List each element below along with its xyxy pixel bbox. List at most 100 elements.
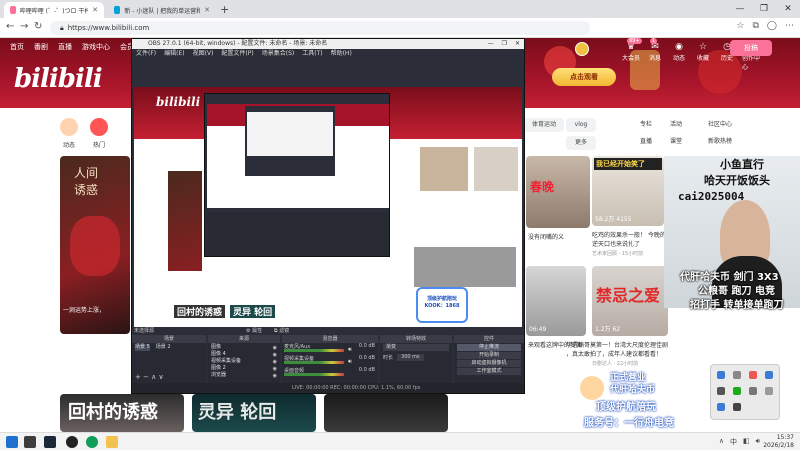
tab-second[interactable]: 新 - 小迷队 | 把我的单运营和你的... ✕ <box>108 2 216 18</box>
obs-icon[interactable] <box>66 436 78 448</box>
nav-games[interactable]: 游戏中心 <box>82 42 110 52</box>
video-card-supernatural[interactable]: 灵异 轮回 <box>192 394 316 432</box>
refresh-icon[interactable]: ↻ <box>34 21 42 32</box>
tab-bilibili[interactable]: 哔哩哔哩 (゜-゜)つロ 干杯~-bilibili ✕ <box>4 2 104 18</box>
nav-messages[interactable]: ✉ 消息 <box>646 42 664 62</box>
source-item[interactable]: 图像 4 <box>211 351 277 358</box>
volume-meter[interactable] <box>284 373 344 376</box>
source-item[interactable]: 图像 2 <box>211 365 277 372</box>
speaker-icon[interactable]: 🔊︎ <box>348 346 352 354</box>
duration-input[interactable]: 300 ms <box>397 354 424 361</box>
start-icon[interactable] <box>6 436 18 448</box>
stop-streaming-button[interactable]: 停止推流 <box>457 344 521 351</box>
nav-dynamic[interactable]: ◉ 动态 <box>670 42 688 62</box>
link-community[interactable]: 社区中心 <box>708 119 732 128</box>
nav-live[interactable]: 直播 <box>58 42 72 52</box>
maximize-button[interactable]: ❐ <box>752 0 776 18</box>
menu-tools[interactable]: 工具(T) <box>302 49 322 58</box>
link-new-songs[interactable]: 新歌热榜 <box>708 136 732 145</box>
link-live[interactable]: 直播 <box>640 136 652 145</box>
extensions-icon[interactable]: ⧉ <box>752 21 758 31</box>
start-recording-button[interactable]: 开始录制 <box>457 352 521 359</box>
video-card-village[interactable]: 回村的诱惑 <box>60 394 184 432</box>
tray-app-icon[interactable] <box>717 403 725 411</box>
properties-button[interactable]: ⚙ 属性 <box>246 327 262 335</box>
festival-watch-button[interactable]: 点击观看 <box>552 68 616 86</box>
source-item[interactable]: 图像 <box>211 344 277 351</box>
filters-button[interactable]: ⧉ 滤镜 <box>274 327 289 335</box>
tray-app-icon[interactable] <box>765 371 773 379</box>
volume-icon[interactable]: 🔊︎ <box>756 437 760 447</box>
menu-icon[interactable]: ⋯ <box>785 21 794 31</box>
menu-file[interactable]: 文件(F) <box>136 49 156 58</box>
volume-meter[interactable] <box>284 361 344 364</box>
chip-sports[interactable]: 体育运动 <box>524 118 564 132</box>
dynamic-channel-icon[interactable] <box>60 118 78 136</box>
menu-help[interactable]: 帮助(H) <box>331 49 352 58</box>
video-title[interactable]: 没有闭嘴的义 <box>528 232 564 241</box>
source-item[interactable]: 浏览器 <box>211 372 277 379</box>
chip-more[interactable]: 更多 <box>566 136 596 150</box>
obs-minimize-button[interactable]: — <box>488 39 494 49</box>
virtual-camera-button[interactable]: 启动虚拟摄像机 <box>457 360 521 367</box>
volume-meter[interactable] <box>284 349 344 352</box>
bilibili-logo[interactable]: bilibili <box>14 64 103 94</box>
tray-app-icon[interactable] <box>765 387 773 395</box>
close-tab-icon[interactable]: ✕ <box>204 6 210 14</box>
scene-toolbar[interactable]: + − ∧ ∨ <box>135 373 164 381</box>
source-item[interactable]: 视频采集设备 <box>211 358 277 365</box>
edge-icon[interactable] <box>86 436 98 448</box>
link-column[interactable]: 专栏 <box>640 119 652 128</box>
video-card-forbidden[interactable]: 禁忌之爱 1.2万 62 <box>592 266 668 336</box>
video-title[interactable]: 华语楠哥莫第一！台湾大尺度伦理佳剧 ，真太敢拍了，成年人建议都看看！ <box>566 340 686 358</box>
tray-app-icon[interactable] <box>749 387 757 395</box>
video-card-featured[interactable]: 人间 诱惑 一涧运势上涨， <box>60 156 130 334</box>
nav-favorites[interactable]: ☆ 收藏 <box>694 42 712 62</box>
clock[interactable]: 15:37 2026/2/18 <box>763 434 794 450</box>
lang-indicator[interactable]: 中 <box>730 437 737 447</box>
link-course[interactable]: 课堂 <box>670 136 682 145</box>
nav-home[interactable]: 首页 <box>10 42 24 52</box>
obs-close-button[interactable]: ✕ <box>515 39 520 49</box>
scene-item[interactable]: 场景 5 <box>135 344 150 351</box>
chip-vlog[interactable]: vlog <box>566 118 596 132</box>
upload-button[interactable]: 投稿 <box>730 40 772 56</box>
tray-app-icon[interactable] <box>717 371 725 379</box>
minimize-button[interactable]: — <box>728 0 752 18</box>
video-card-dream[interactable]: 06:49 <box>526 266 586 336</box>
menu-profile[interactable]: 配置文件(P) <box>221 49 253 58</box>
profile-icon[interactable]: ◯ <box>767 21 777 31</box>
network-icon[interactable]: ◧ <box>743 437 750 447</box>
tray-app-icon[interactable] <box>733 371 741 379</box>
studio-mode-button[interactable]: 工作室模式 <box>457 368 521 375</box>
forward-icon[interactable]: → <box>20 21 28 32</box>
show-hidden-icon[interactable]: ∧ <box>719 437 724 447</box>
favorites-icon[interactable]: ☆ <box>736 21 744 31</box>
video-title[interactable]: 来观看这牌中的梦面 <box>528 340 582 349</box>
visibility-icon[interactable]: ◉ ◉ ◉ ◉ ◉ <box>273 345 277 380</box>
search-icon[interactable] <box>24 436 36 448</box>
tray-app-icon[interactable] <box>733 387 741 395</box>
obs-preview[interactable]: bilibili 回村的诱惑 灵异 轮回 顶级护航陪玩 KOOK：1868 <box>134 87 522 327</box>
video-card-bottom-3[interactable] <box>324 394 448 432</box>
video-title[interactable]: 吃鸡的效果杀一般！ 今晚的 逆天口也来说扎了 <box>592 230 666 248</box>
hot-channel-icon[interactable] <box>90 118 108 136</box>
back-icon[interactable]: ← <box>6 21 14 32</box>
file-explorer-icon[interactable] <box>106 436 118 448</box>
steam-icon[interactable] <box>44 436 56 448</box>
link-activity[interactable]: 活动 <box>670 119 682 128</box>
menu-edit[interactable]: 编辑(E) <box>164 49 184 58</box>
close-window-button[interactable]: ✕ <box>776 0 800 18</box>
nav-vip[interactable]: ♛ 大会员 <box>622 42 640 62</box>
new-tab-button[interactable]: + <box>220 3 229 16</box>
user-avatar[interactable] <box>575 42 589 56</box>
video-card-laugh[interactable]: 我已经开始笑了 58.2万 4155 <box>592 156 664 226</box>
menu-view[interactable]: 视图(V) <box>193 49 214 58</box>
menu-scene-collection[interactable]: 场景集合(S) <box>262 49 295 58</box>
video-card-spring[interactable]: 春晚 <box>526 156 590 228</box>
tray-app-icon[interactable] <box>733 403 741 411</box>
transition-select[interactable]: 渐变 <box>383 344 449 351</box>
obs-maximize-button[interactable]: ❐ <box>502 39 507 49</box>
url-input[interactable]: 🔒︎ https://www.bilibili.com <box>50 21 590 35</box>
nav-anime[interactable]: 番剧 <box>34 42 48 52</box>
